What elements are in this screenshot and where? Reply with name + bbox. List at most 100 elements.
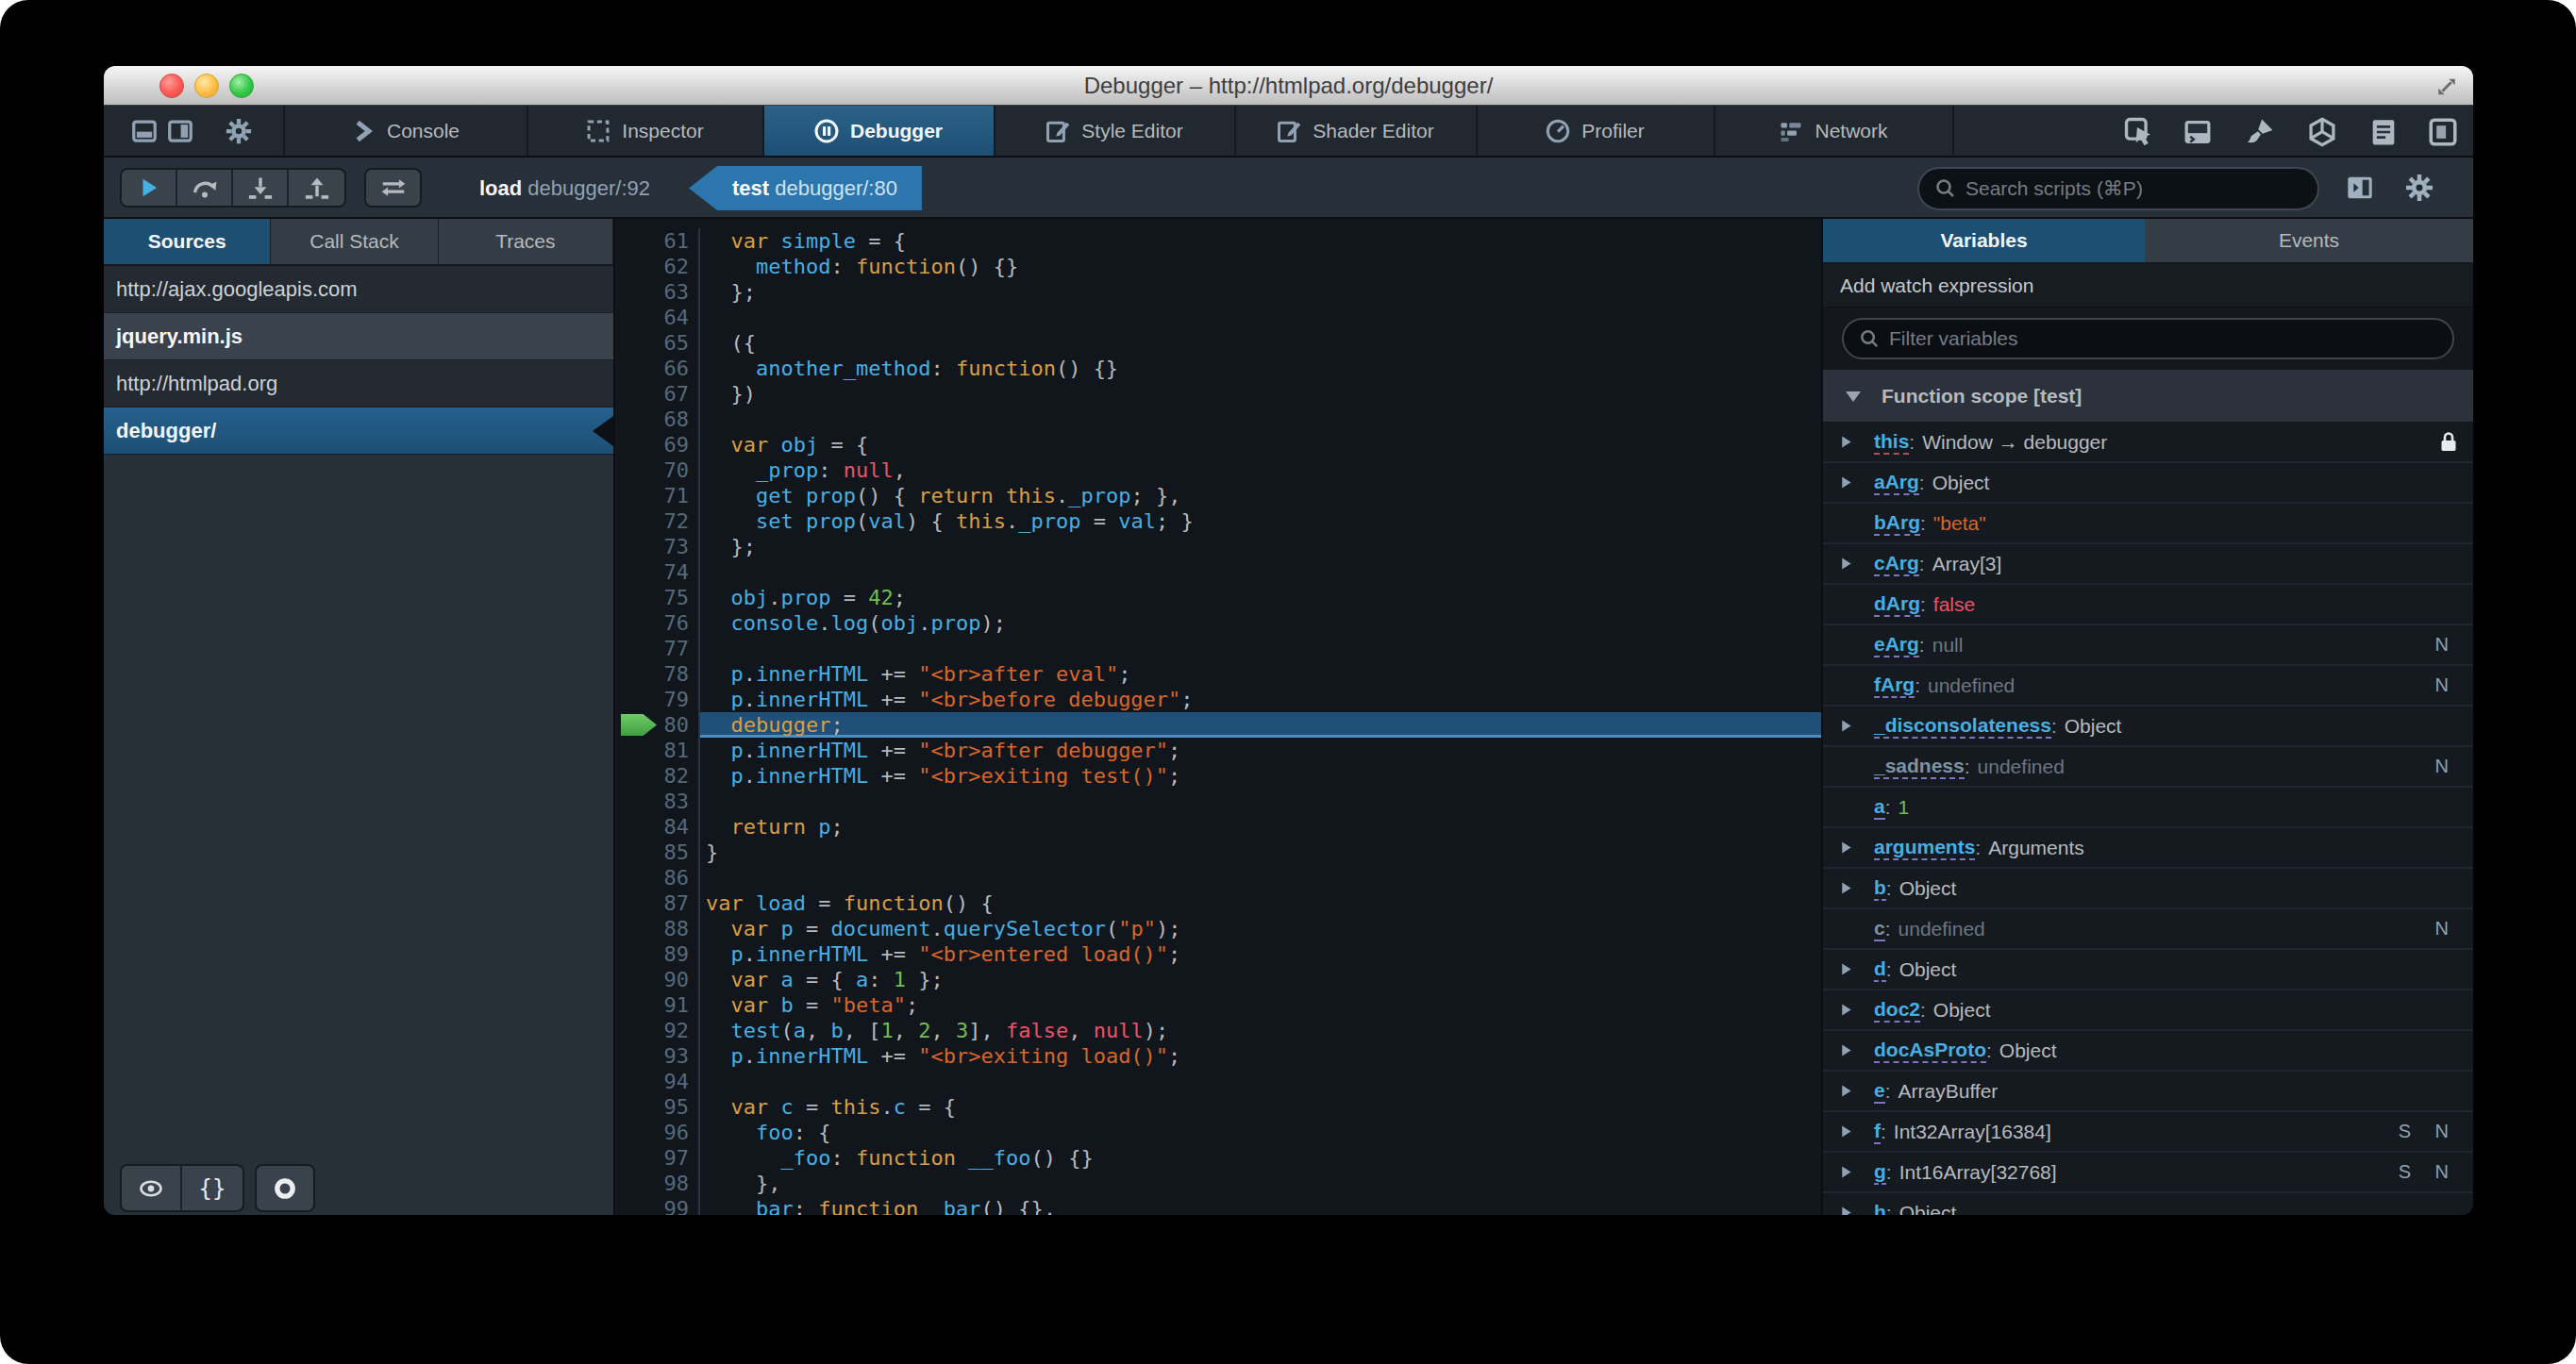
variable-name[interactable]: f [1874, 1120, 1881, 1144]
code-line-62[interactable]: 62 method: function() {} [617, 254, 1821, 279]
code-line-66[interactable]: 66 another_method: function() {} [617, 356, 1821, 381]
variables-tab-events[interactable]: Events [2145, 219, 2473, 262]
variable-row-b[interactable]: b:Object [1823, 869, 2473, 909]
line-number[interactable]: 88 [617, 916, 700, 941]
code-line-79[interactable]: 79 p.innerHTML += "<br>before debugger"; [617, 687, 1821, 712]
line-number[interactable]: 85 [617, 840, 700, 865]
variable-row-d[interactable]: d:Object [1823, 950, 2473, 990]
line-number[interactable]: 76 [617, 610, 700, 636]
variable-name[interactable]: g [1874, 1160, 1886, 1185]
line-number[interactable]: 96 [617, 1120, 700, 1145]
variable-value[interactable]: Int16Array[32768] [1899, 1161, 2057, 1184]
step-over-button[interactable] [177, 170, 233, 206]
variable-name[interactable]: cArg [1874, 552, 1919, 576]
variable-value[interactable]: ArrayBuffer [1899, 1080, 1999, 1103]
expand-arrow-icon[interactable] [1823, 961, 1874, 977]
code-line-83[interactable]: 83 [617, 789, 1821, 814]
code-line-81[interactable]: 81 p.innerHTML += "<br>after debugger"; [617, 738, 1821, 763]
source-item[interactable]: debugger/ [104, 408, 613, 455]
code-line-61[interactable]: 61 var simple = { [617, 228, 1821, 254]
pick-element-icon[interactable] [2123, 116, 2155, 148]
sources-tab-traces[interactable]: Traces [439, 219, 613, 264]
variable-name[interactable]: a [1874, 795, 1885, 820]
variable-value[interactable]: Object [1932, 472, 1990, 494]
variable-row-arguments[interactable]: arguments:Arguments [1823, 828, 2473, 869]
filter-variables-input[interactable]: Filter variables [1842, 318, 2454, 359]
line-number[interactable]: 82 [617, 763, 700, 789]
add-watch-expression[interactable]: Add watch expression [1823, 264, 2473, 308]
line-number[interactable]: 84 [617, 814, 700, 840]
line-number[interactable]: 70 [617, 457, 700, 483]
tab-style-editor[interactable]: Style Editor [994, 106, 1234, 156]
variable-row-bArg[interactable]: bArg:"beta" [1823, 504, 2473, 544]
toggle-visibility-button[interactable] [122, 1166, 182, 1210]
line-number[interactable]: 93 [617, 1043, 700, 1069]
line-number[interactable]: 78 [617, 661, 700, 687]
expand-arrow-icon[interactable] [1823, 474, 1874, 491]
variable-name[interactable]: fArg [1874, 674, 1915, 698]
variable-value[interactable]: Object [1933, 999, 1991, 1022]
variables-tab-variables[interactable]: Variables [1823, 219, 2145, 262]
code-line-92[interactable]: 92 test(a, b, [1, 2, 3], false, null); [617, 1018, 1821, 1043]
line-number[interactable]: 97 [617, 1145, 700, 1171]
variable-name[interactable]: _sadness [1874, 755, 1965, 779]
code-line-93[interactable]: 93 p.innerHTML += "<br>exiting load()"; [617, 1043, 1821, 1069]
source-item[interactable]: jquery.min.js [104, 313, 613, 360]
code-line-75[interactable]: 75 obj.prop = 42; [617, 585, 1821, 610]
line-number[interactable]: 72 [617, 508, 700, 534]
code-line-99[interactable]: 99 bar: function _bar() {}, [617, 1196, 1821, 1215]
tab-shader-editor[interactable]: Shader Editor [1234, 106, 1476, 156]
variable-value[interactable]: Arguments [1988, 837, 2084, 859]
black-box-button[interactable] [364, 168, 422, 208]
variable-row-cArg[interactable]: cArg:Array[3] [1823, 544, 2473, 585]
variable-value[interactable]: Window → debugger [1922, 431, 2107, 454]
variable-value[interactable]: Array[3] [1932, 553, 2002, 575]
code-line-89[interactable]: 89 p.innerHTML += "<br>entered load()"; [617, 941, 1821, 967]
variable-name[interactable]: b [1874, 876, 1886, 901]
line-number[interactable]: 91 [617, 992, 700, 1018]
panel-toggle-icon[interactable] [2345, 173, 2375, 203]
tab-inspector[interactable]: Inspector [527, 106, 762, 156]
line-number[interactable]: 61 [617, 228, 700, 254]
variable-name[interactable]: docAsProto [1874, 1039, 1986, 1063]
code-line-65[interactable]: 65 ({ [617, 330, 1821, 356]
settings-gear-icon[interactable] [2404, 173, 2434, 203]
code-line-98[interactable]: 98 }, [617, 1171, 1821, 1196]
variable-name[interactable]: arguments [1874, 836, 1975, 860]
variable-value[interactable]: undefined [1978, 756, 2065, 778]
scope-header[interactable]: Function scope [test] [1823, 370, 2473, 423]
dock-bottom-icon[interactable] [130, 117, 159, 145]
expand-arrow-icon[interactable] [1823, 1205, 1874, 1215]
responsive-mode-icon[interactable] [2427, 116, 2459, 148]
code-line-95[interactable]: 95 var c = this.c = { [617, 1094, 1821, 1120]
line-number[interactable]: 81 [617, 738, 700, 763]
variable-row-fArg[interactable]: fArg:undefinedN [1823, 666, 2473, 707]
variable-name[interactable]: doc2 [1874, 998, 1920, 1023]
resize-icon[interactable] [2434, 74, 2460, 100]
variable-value[interactable]: Object [1899, 958, 1957, 981]
variable-name[interactable]: e [1874, 1079, 1885, 1104]
line-number[interactable]: 98 [617, 1171, 700, 1196]
expand-arrow-icon[interactable] [1823, 434, 1874, 450]
code-line-87[interactable]: 87var load = function() { [617, 890, 1821, 916]
resume-button[interactable] [122, 170, 177, 206]
variable-row-f[interactable]: f:Int32Array[16384]S N [1823, 1112, 2473, 1153]
gear-icon[interactable] [225, 117, 253, 145]
variable-value[interactable]: Object [1999, 1040, 2057, 1062]
variable-value[interactable]: undefined [1899, 918, 1985, 940]
tab-network[interactable]: Network [1714, 106, 1952, 156]
code-line-73[interactable]: 73 }; [617, 534, 1821, 559]
variable-row-this[interactable]: this:Window → debugger [1823, 423, 2473, 463]
split-console-icon[interactable] [2182, 116, 2214, 148]
variable-row-e[interactable]: e:ArrayBuffer [1823, 1072, 2473, 1112]
expand-arrow-icon[interactable] [1823, 840, 1874, 856]
pause-exceptions-button[interactable] [255, 1164, 315, 1212]
code-line-72[interactable]: 72 set prop(val) { this._prop = val; } [617, 508, 1821, 534]
line-number[interactable]: 65 [617, 330, 700, 356]
line-number[interactable]: 90 [617, 967, 700, 992]
variable-value[interactable]: "beta" [1933, 512, 1986, 535]
variable-row-eArg[interactable]: eArg:nullN [1823, 625, 2473, 666]
variable-name[interactable]: d [1874, 957, 1886, 982]
line-number[interactable]: 75 [617, 585, 700, 610]
line-number[interactable]: 83 [617, 789, 700, 814]
